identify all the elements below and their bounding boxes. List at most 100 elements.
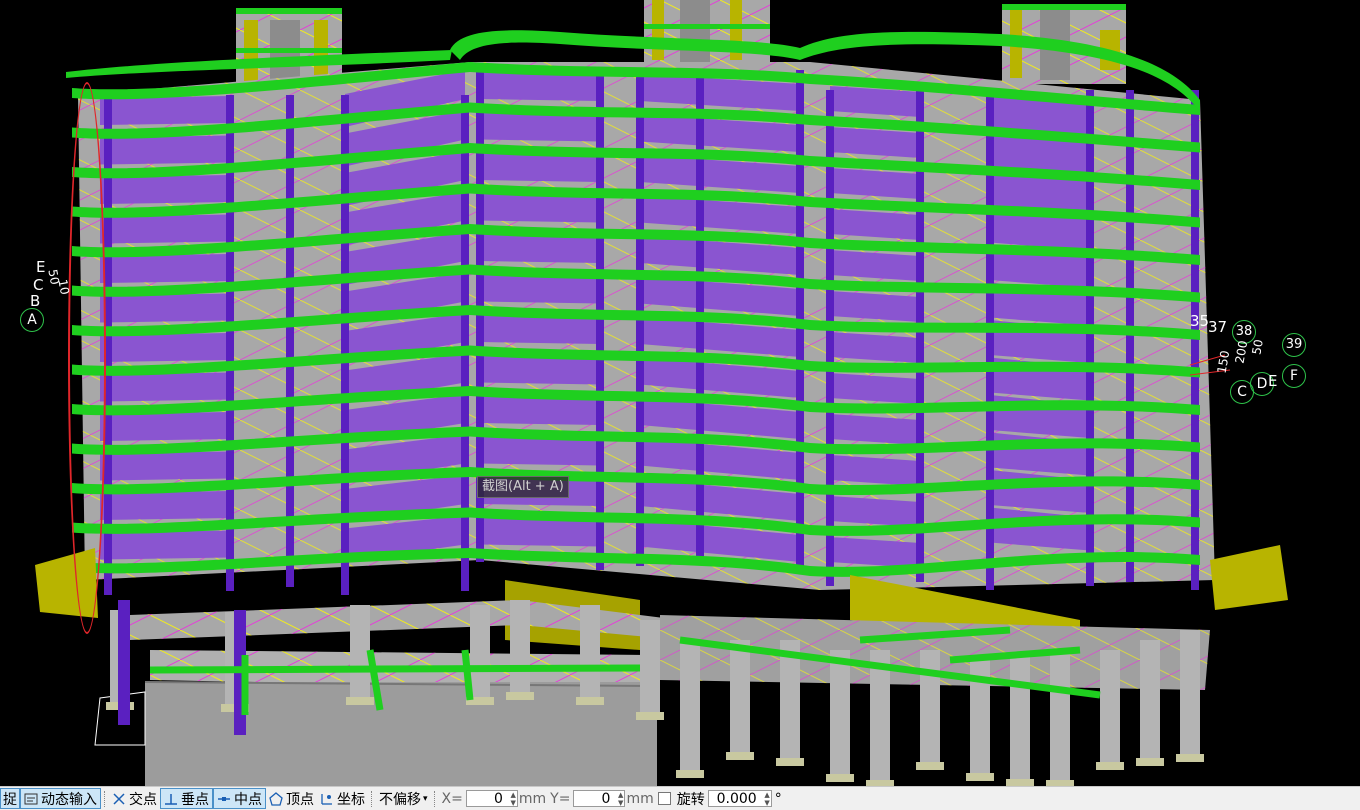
x-value: 0 <box>493 791 503 807</box>
separator <box>371 790 373 807</box>
piloti-column <box>780 640 800 766</box>
wall-panel <box>480 153 600 182</box>
piloti-footing <box>916 762 944 770</box>
offset-mode-value: 不偏移 <box>379 791 421 808</box>
column <box>1086 90 1094 586</box>
axis-label-e: E <box>36 258 46 276</box>
degree-symbol: ° <box>774 790 782 807</box>
rotate-label: 旋转 <box>676 791 705 808</box>
column <box>286 95 294 587</box>
piloti-column <box>1180 630 1200 762</box>
status-bar: 捉 动态输入 交点 垂点 中点 顶点 坐标 不偏移 ▾ X= 0 ▲ ▼ mm … <box>0 786 1360 810</box>
x-spinner-icon[interactable]: ▲ ▼ <box>510 791 515 807</box>
column <box>1126 90 1134 582</box>
piloti-column <box>680 640 700 778</box>
snap-intersection-toggle[interactable]: 交点 <box>109 788 160 809</box>
snap-coordinate-toggle[interactable]: 坐标 <box>317 788 368 809</box>
piloti-column <box>1100 650 1120 770</box>
piloti-column <box>1050 650 1070 786</box>
offset-mode-dropdown[interactable]: 不偏移 ▾ <box>376 788 431 809</box>
wall-panel <box>100 451 230 481</box>
wall-panel <box>100 254 230 283</box>
x-label: X= <box>441 790 463 807</box>
piloti-column <box>730 640 750 760</box>
column <box>596 70 604 570</box>
wall-panel <box>480 274 600 304</box>
object-snap-label: 捉 <box>3 791 17 808</box>
x-input[interactable]: 0 ▲ ▼ <box>465 790 518 807</box>
piloti-footing <box>776 758 804 766</box>
y-value: 0 <box>601 791 611 807</box>
screenshot-tooltip: 截图(Alt + A) <box>477 476 569 498</box>
piloti-footing <box>1136 758 1164 766</box>
piloti-footing <box>966 773 994 781</box>
wall-panel <box>100 530 230 560</box>
x-unit: mm <box>518 790 547 807</box>
dynamic-input-icon <box>24 792 38 806</box>
wall-panel <box>100 175 230 204</box>
wall-panel <box>480 72 600 101</box>
coordinate-label: 坐标 <box>337 791 365 808</box>
piloti-column <box>1140 640 1160 766</box>
wall-panel <box>100 293 230 323</box>
y-label: Y= <box>550 790 571 807</box>
piloti-column <box>470 605 490 705</box>
dynamic-input-toggle[interactable]: 动态输入 <box>20 788 101 809</box>
piloti-footing <box>826 774 854 782</box>
wall-panel <box>480 234 600 263</box>
piloti-footing <box>346 697 374 705</box>
rotate-checkbox[interactable] <box>657 792 671 805</box>
piloti-footing <box>676 770 704 778</box>
piloti-column <box>350 605 370 705</box>
piloti-column <box>830 650 850 782</box>
piloti-footing <box>576 697 604 705</box>
wall-panel <box>480 193 600 223</box>
piloti-column <box>640 620 660 720</box>
rotate-spinner-icon[interactable]: ▲ ▼ <box>764 791 769 807</box>
piloti-footing <box>636 712 664 720</box>
piloti-column <box>510 600 530 700</box>
piloti-column <box>580 605 600 705</box>
separator <box>104 790 106 807</box>
axis-bubble-f: F <box>1282 364 1306 388</box>
axis-number-10: 10 <box>55 278 72 296</box>
snap-perpendicular-toggle[interactable]: 垂点 <box>160 788 213 809</box>
piloti-column <box>920 650 940 770</box>
piloti-footing <box>1176 754 1204 762</box>
wall-panel <box>100 333 230 362</box>
piloti-footing <box>726 752 754 760</box>
piloti-footing <box>1006 779 1034 786</box>
3d-model-viewport[interactable]: E 50 10 C B A 35 37 38 39 150 200 50 C D… <box>0 0 1360 786</box>
axis-label-e-right: E <box>1268 372 1278 390</box>
piloti-column <box>1010 655 1030 786</box>
perpendicular-icon <box>164 792 178 806</box>
wall-panel <box>100 214 230 244</box>
y-input[interactable]: 0 ▲ ▼ <box>573 790 626 807</box>
midpoint-icon <box>217 792 231 806</box>
wall-panel <box>100 96 230 125</box>
building-model <box>35 0 1288 786</box>
intersection-label: 交点 <box>129 791 157 808</box>
column <box>1191 90 1199 590</box>
snap-midpoint-toggle[interactable]: 中点 <box>213 788 266 809</box>
object-snap-toggle[interactable]: 捉 <box>0 788 20 809</box>
coordinate-icon <box>320 792 334 806</box>
rotate-toggle[interactable]: 旋转 <box>655 788 708 809</box>
wall-panel <box>100 491 230 520</box>
y-unit: mm <box>626 790 654 807</box>
midpoint-label: 中点 <box>234 791 262 808</box>
snap-vertex-toggle[interactable]: 顶点 <box>266 788 317 809</box>
axis-bubble-39: 39 <box>1282 333 1306 357</box>
wall-panel <box>100 372 230 402</box>
intersection-icon <box>112 792 126 806</box>
wall-panel <box>100 412 230 441</box>
y-spinner-icon[interactable]: ▲ ▼ <box>618 791 623 807</box>
rotate-input[interactable]: 0.000 ▲ ▼ <box>707 790 772 807</box>
axis-bubble-a: A <box>20 308 44 332</box>
wall-panel <box>480 112 600 142</box>
perpendicular-label: 垂点 <box>181 791 209 808</box>
separator <box>433 790 436 807</box>
axis-number-50r: 50 <box>1249 338 1266 356</box>
piloti-column <box>970 655 990 781</box>
chevron-down-icon: ▾ <box>423 793 428 804</box>
